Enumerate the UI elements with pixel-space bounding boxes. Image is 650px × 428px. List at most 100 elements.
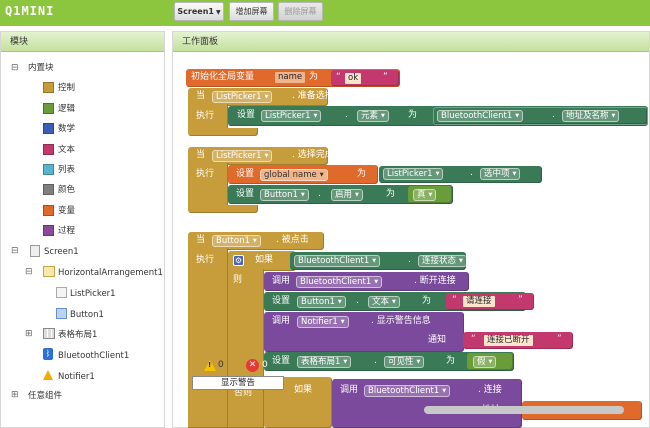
button-dropdown-4b[interactable]: Button1 ▼ <box>297 296 346 308</box>
if-label: 如果 <box>255 255 274 265</box>
tree-button[interactable]: Button1 <box>70 309 104 321</box>
button-dropdown-4[interactable]: Button1 ▼ <box>212 235 261 247</box>
dot-4: . <box>408 255 411 265</box>
chevron-down-icon: ▼ <box>215 9 221 16</box>
connect-method: . 连接 <box>478 385 502 395</box>
error-icon[interactable]: ✕ <box>246 359 259 372</box>
open-quote-icon-3: “ <box>471 334 476 344</box>
do-label-3: 执行 <box>196 169 215 179</box>
event-foot-3 <box>188 205 258 213</box>
when-label-4: 当 <box>196 235 206 245</box>
to-label-2: 为 <box>408 110 418 120</box>
tree-item-variable[interactable]: 变量 <box>58 205 75 217</box>
remove-screen-button[interactable]: 删除屏幕 <box>278 2 323 21</box>
show-alert-method: . 显示警告信息 <box>371 316 431 326</box>
expand-table-toggle[interactable]: ⊞ <box>25 328 33 340</box>
listpicker-dropdown-3b[interactable]: ListPicker1 ▼ <box>383 168 444 180</box>
true-dropdown[interactable]: 真 ▼ <box>413 189 437 201</box>
do-label-4: 执行 <box>196 255 215 265</box>
collapse-arrangement-toggle[interactable]: ⊟ <box>25 266 33 278</box>
set-label-4c: 设置 <box>272 356 291 366</box>
dot-3: . <box>470 168 473 178</box>
tree-item-list[interactable]: 列表 <box>58 164 75 176</box>
bt-dropdown-4[interactable]: BluetoothClient1 ▼ <box>294 255 381 267</box>
please-connect-field[interactable]: 请连接 <box>463 296 495 307</box>
tree-item-logic[interactable]: 逻辑 <box>58 103 75 115</box>
to-label-3b: 为 <box>386 189 396 199</box>
disconnect-method: . 断开连接 <box>414 276 456 286</box>
show-warnings-button[interactable]: 显示警告 <box>192 376 284 390</box>
enabled-prop-dropdown[interactable]: 启用 ▼ <box>331 189 363 201</box>
text-prop-dropdown[interactable]: 文本 ▼ <box>368 296 400 308</box>
collapse-screen-toggle[interactable]: ⊟ <box>11 245 19 257</box>
tree-item-procedure[interactable]: 过程 <box>58 225 75 237</box>
logic-color-icon <box>43 103 54 114</box>
notifier-dropdown[interactable]: Notifier1 ▼ <box>297 316 349 328</box>
tree-arrangement[interactable]: HorizontalArrangement1 <box>58 267 163 279</box>
workspace-title: 工作面板 <box>173 32 649 52</box>
event-body-4 <box>188 248 228 428</box>
tree-item-text[interactable]: 文本 <box>58 144 75 156</box>
open-quote-icon: “ <box>336 72 341 82</box>
visible-prop-dropdown[interactable]: 可见性 ▼ <box>384 356 425 368</box>
tree-builtin[interactable]: 内置块 <box>28 62 54 74</box>
tree-listpicker[interactable]: ListPicker1 <box>70 288 116 300</box>
bluetooth-icon: ᛒ <box>43 348 53 360</box>
address-prop-dropdown[interactable]: 地址及名称 ▼ <box>562 110 620 122</box>
blocks-panel-title: 模块 <box>1 32 164 52</box>
close-quote-icon-3: ” <box>557 334 562 344</box>
tree-screen1[interactable]: Screen1 <box>44 246 79 258</box>
tree-notifier[interactable]: Notifier1 <box>58 371 95 383</box>
collapse-builtin-toggle[interactable]: ⊟ <box>11 62 19 74</box>
to-label-3: 为 <box>357 169 367 179</box>
add-screen-button[interactable]: 增加屏幕 <box>229 2 274 21</box>
selection-prop-dropdown[interactable]: 选中项 ▼ <box>480 168 521 180</box>
global-var-dropdown[interactable]: global name ▼ <box>260 169 328 181</box>
tree-any-component[interactable]: 任意组件 <box>28 390 62 402</box>
close-quote-icon: ” <box>383 72 388 82</box>
set-label-3b: 设置 <box>236 189 255 199</box>
false-dropdown[interactable]: 假 ▼ <box>473 356 497 368</box>
notifier-icon <box>43 370 53 380</box>
listpicker-dropdown-2[interactable]: ListPicker1 ▼ <box>212 91 273 103</box>
global-name-field[interactable]: name <box>275 72 306 83</box>
when-label-3: 当 <box>196 150 206 160</box>
ok-text-field[interactable]: ok <box>345 73 362 84</box>
procedure-color-icon <box>43 225 54 236</box>
dot-4c: . <box>374 356 377 366</box>
listpicker-dropdown-3[interactable]: ListPicker1 ▼ <box>212 150 273 162</box>
elements-prop-dropdown[interactable]: 元素 ▼ <box>357 110 389 122</box>
bt-dropdown-2[interactable]: BluetoothClient1 ▼ <box>437 110 524 122</box>
when-label-2: 当 <box>196 91 206 101</box>
tree-table[interactable]: 表格布局1 <box>58 329 97 341</box>
gear-icon[interactable]: ⚙ <box>233 255 244 266</box>
bt-dropdown-4b[interactable]: BluetoothClient1 ▼ <box>296 276 383 288</box>
then-label: 则 <box>233 275 243 285</box>
screen-select-button[interactable]: Screen1 ▼ <box>174 2 224 21</box>
app-logo: Q1MINI <box>5 4 55 18</box>
text-literal-block[interactable] <box>331 70 399 86</box>
dot-2b: . <box>552 110 555 120</box>
table-dropdown[interactable]: 表格布局1 ▼ <box>297 356 352 368</box>
tree-item-control[interactable]: 控制 <box>58 82 75 94</box>
close-quote-icon-2: ” <box>518 295 523 305</box>
do-label-2: 执行 <box>196 111 215 121</box>
dot-4b: . <box>356 296 359 306</box>
tree-item-math[interactable]: 数学 <box>58 123 75 135</box>
horizontal-scrollbar[interactable] <box>424 406 624 414</box>
screen-icon <box>30 245 40 257</box>
bt-dropdown-4c[interactable]: BluetoothClient1 ▼ <box>364 385 451 397</box>
tree-item-color[interactable]: 颜色 <box>58 184 75 196</box>
disconnected-field[interactable]: 连接已断开 <box>484 335 533 346</box>
button-dropdown-3[interactable]: Button1 ▼ <box>260 189 309 201</box>
if-label-2: 如果 <box>294 385 313 395</box>
event-foot-2 <box>188 128 258 136</box>
warning-icon[interactable]: ! <box>204 360 216 371</box>
variable-color-icon <box>43 205 54 216</box>
expand-any-toggle[interactable]: ⊞ <box>11 389 19 401</box>
init-global-label: 初始化全局变量 <box>191 72 255 82</box>
isconnected-prop-dropdown[interactable]: 连接状态 ▼ <box>418 255 467 267</box>
listpicker-dropdown-2b[interactable]: ListPicker1 ▼ <box>261 110 322 122</box>
tree-bluetooth[interactable]: BluetoothClient1 <box>58 350 129 362</box>
event-name-3: . 选择完成 <box>292 150 334 160</box>
